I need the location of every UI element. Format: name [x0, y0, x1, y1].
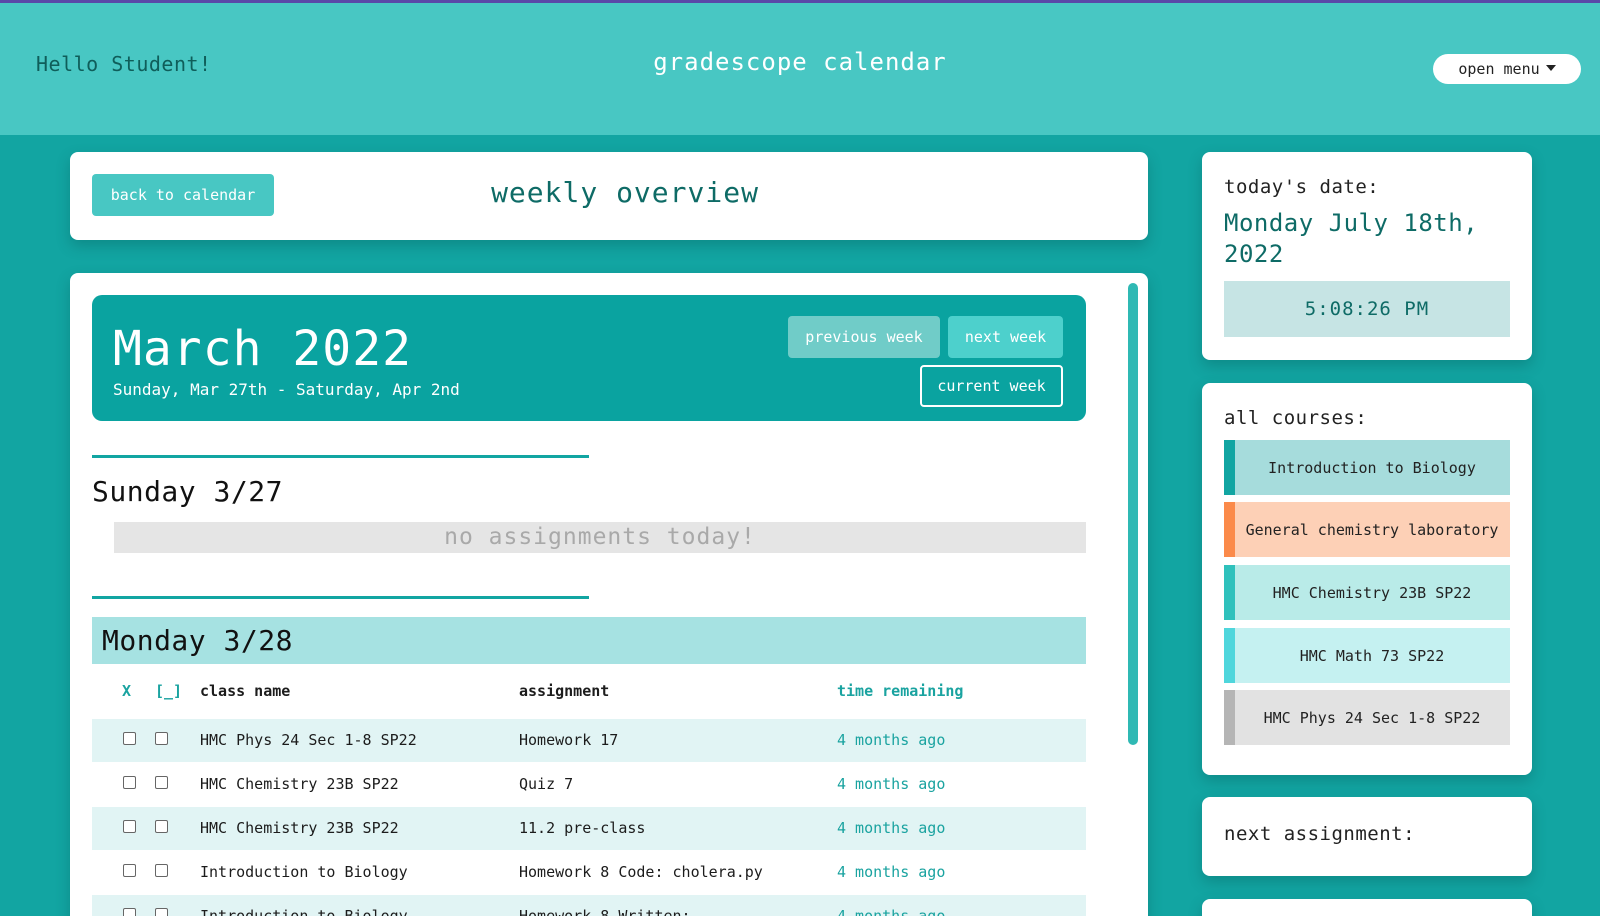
- row-assignment: Quiz 7: [519, 775, 574, 793]
- course-color-bar: [1224, 502, 1235, 557]
- class-name-column-header: class name: [200, 682, 291, 700]
- day-divider: [92, 596, 589, 599]
- course-item[interactable]: HMC Phys 24 Sec 1-8 SP22: [1224, 690, 1510, 745]
- todays-date-label: today's date:: [1224, 176, 1380, 198]
- course-item[interactable]: Introduction to Biology: [1224, 440, 1510, 495]
- next-assignment-card: next assignment:: [1202, 797, 1532, 876]
- week-range: Sunday, Mar 27th - Saturday, Apr 2nd: [113, 380, 460, 399]
- row-class-name: HMC Phys 24 Sec 1-8 SP22: [200, 731, 417, 749]
- caret-down-icon: [1545, 64, 1556, 71]
- row-time-remaining: 4 months ago: [837, 907, 946, 916]
- course-color-bar: [1224, 628, 1235, 683]
- row-assignment: Homework 8 Written:: [519, 907, 691, 916]
- previous-week-button[interactable]: previous week: [788, 316, 940, 358]
- empty-day-message: no assignments today!: [114, 522, 1086, 553]
- row-class-name: HMC Chemistry 23B SP22: [200, 775, 399, 793]
- row-time-remaining: 4 months ago: [837, 731, 946, 749]
- remove-checkbox[interactable]: [123, 732, 136, 745]
- table-row: Introduction to Biology Homework 8 Code:…: [92, 851, 1086, 894]
- next-assignment-label: next assignment:: [1224, 823, 1416, 845]
- row-class-name: HMC Chemistry 23B SP22: [200, 819, 399, 837]
- assignment-column-header: assignment: [519, 682, 610, 700]
- course-name: HMC Chemistry 23B SP22: [1272, 583, 1472, 602]
- row-time-remaining: 4 months ago: [837, 863, 946, 881]
- all-courses-label: all courses:: [1224, 407, 1368, 429]
- current-time: 5:08:26 PM: [1224, 281, 1510, 337]
- table-row: HMC Chemistry 23B SP22 11.2 pre-class 4 …: [92, 807, 1086, 850]
- todays-date-value: Monday July 18th, 2022: [1224, 209, 1479, 268]
- day-title-sunday: Sunday 3/27: [92, 475, 283, 508]
- sidebar-card: [1202, 899, 1532, 916]
- done-column-header: [_]: [155, 682, 183, 700]
- row-assignment: Homework 17: [519, 731, 619, 749]
- course-color-bar: [1224, 690, 1235, 745]
- weekly-overview-card: back to calendar weekly overview: [70, 152, 1148, 240]
- row-time-remaining: 4 months ago: [837, 775, 946, 793]
- page-title: weekly overview: [491, 176, 759, 209]
- done-checkbox[interactable]: [155, 820, 168, 833]
- row-assignment: Homework 8 Code: cholera.py: [519, 863, 763, 881]
- time-remaining-column-header: time remaining: [837, 682, 964, 700]
- scrollbar-thumb[interactable]: [1128, 283, 1138, 745]
- week-content-card: March 2022 Sunday, Mar 27th - Saturday, …: [70, 273, 1148, 916]
- todays-date-card: today's date: Monday July 18th, 2022 5:0…: [1202, 152, 1532, 360]
- app-title: gradescope calendar: [653, 48, 947, 76]
- remove-checkbox[interactable]: [123, 820, 136, 833]
- day-title-monday: Monday 3/28: [92, 617, 1086, 664]
- course-item[interactable]: HMC Math 73 SP22: [1224, 628, 1510, 683]
- row-class-name: Introduction to Biology: [200, 863, 408, 881]
- month-title: March 2022: [113, 321, 412, 377]
- row-assignment: 11.2 pre-class: [519, 819, 646, 837]
- table-row: HMC Phys 24 Sec 1-8 SP22 Homework 17 4 m…: [92, 719, 1086, 762]
- row-class-name: Introduction to Biology: [200, 907, 408, 916]
- open-menu-button[interactable]: open menu: [1433, 54, 1581, 84]
- next-week-button[interactable]: next week: [948, 316, 1063, 358]
- course-name: Introduction to Biology: [1268, 458, 1476, 477]
- current-week-button[interactable]: current week: [920, 365, 1063, 407]
- done-checkbox[interactable]: [155, 864, 168, 877]
- course-color-bar: [1224, 565, 1235, 620]
- remove-checkbox[interactable]: [123, 908, 136, 916]
- month-banner: March 2022 Sunday, Mar 27th - Saturday, …: [92, 295, 1086, 421]
- course-name: HMC Phys 24 Sec 1-8 SP22: [1263, 708, 1481, 727]
- all-courses-card: all courses: Introduction to Biology Gen…: [1202, 383, 1532, 775]
- done-checkbox[interactable]: [155, 908, 168, 916]
- table-row: Introduction to Biology Homework 8 Writt…: [92, 895, 1086, 916]
- table-row: HMC Chemistry 23B SP22 Quiz 7 4 months a…: [92, 763, 1086, 806]
- done-checkbox[interactable]: [155, 776, 168, 789]
- course-name: General chemistry laboratory: [1245, 520, 1499, 539]
- app-header: Hello Student! gradescope calendar open …: [0, 3, 1600, 135]
- remove-checkbox[interactable]: [123, 864, 136, 877]
- course-color-bar: [1224, 440, 1235, 495]
- assignment-table-header: X [_] class name assignment time remaini…: [92, 676, 1086, 706]
- remove-column-header: X: [122, 682, 132, 700]
- course-name: HMC Math 73 SP22: [1299, 646, 1445, 665]
- course-item[interactable]: General chemistry laboratory: [1224, 502, 1510, 557]
- row-time-remaining: 4 months ago: [837, 819, 946, 837]
- done-checkbox[interactable]: [155, 732, 168, 745]
- course-item[interactable]: HMC Chemistry 23B SP22: [1224, 565, 1510, 620]
- remove-checkbox[interactable]: [123, 776, 136, 789]
- open-menu-label: open menu: [1458, 60, 1540, 78]
- day-divider: [92, 455, 589, 458]
